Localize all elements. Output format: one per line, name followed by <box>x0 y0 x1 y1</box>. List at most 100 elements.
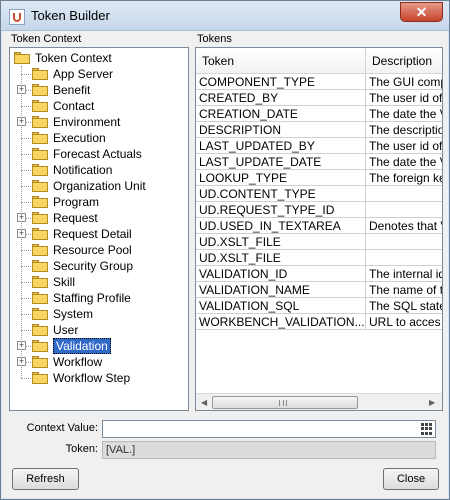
table-row[interactable]: UD.USED_IN_TEXTAREA Denotes that V <box>196 218 442 234</box>
description-cell <box>366 250 442 266</box>
table-row[interactable]: LAST_UPDATE_DATE The date the V <box>196 154 442 170</box>
table-row[interactable]: UD.XSLT_FILE <box>196 250 442 266</box>
table-row[interactable]: UD.XSLT_FILE <box>196 234 442 250</box>
expand-icon[interactable]: + <box>17 85 26 94</box>
table-row[interactable]: UD.CONTENT_TYPE <box>196 186 442 202</box>
token-cell: CREATION_DATE <box>196 106 366 122</box>
table-row[interactable]: LOOKUP_TYPE The foreign ke <box>196 170 442 186</box>
tree-item-label: Environment <box>53 115 121 129</box>
scroll-right-icon[interactable]: ▶ <box>429 398 435 407</box>
expand-icon[interactable]: + <box>17 341 26 350</box>
tree-item-staffing-profile[interactable]: Staffing Profile <box>32 290 131 306</box>
tree-item-request[interactable]: Request <box>32 210 98 226</box>
description-cell <box>366 202 442 218</box>
tree-item-user[interactable]: User <box>32 322 78 338</box>
token-output-field: [VAL.] <box>102 441 436 459</box>
tree-item-validation[interactable]: Validation <box>32 338 111 354</box>
token-cell: VALIDATION_NAME <box>196 282 366 298</box>
folder-icon <box>32 228 48 240</box>
token-cell: LAST_UPDATED_BY <box>196 138 366 154</box>
folder-icon <box>32 100 48 112</box>
tree-item-notification[interactable]: Notification <box>32 162 112 178</box>
refresh-button[interactable]: Refresh <box>12 468 79 490</box>
folder-icon <box>32 68 48 80</box>
folder-icon <box>32 260 48 272</box>
context-value-label: Context Value: <box>26 422 98 434</box>
token-cell: CREATED_BY <box>196 90 366 106</box>
tree-item-label: Workflow Step <box>53 371 131 385</box>
tree-item-workflow-step[interactable]: Workflow Step <box>32 370 130 386</box>
token-cell: LAST_UPDATE_DATE <box>196 154 366 170</box>
description-cell: The name of t <box>366 282 442 298</box>
table-row[interactable]: UD.REQUEST_TYPE_ID <box>196 202 442 218</box>
expand-icon[interactable]: + <box>17 213 26 222</box>
context-value-input[interactable] <box>102 420 436 438</box>
grip-icon <box>279 400 287 406</box>
table-row[interactable]: DESCRIPTION The descriptio <box>196 122 442 138</box>
title-bar[interactable]: Token Builder ✕ <box>1 1 449 31</box>
tree-item-environment[interactable]: Environment <box>32 114 120 130</box>
folder-icon <box>32 244 48 256</box>
tree-item-program[interactable]: Program <box>32 194 99 210</box>
token-builder-dialog: Token Builder ✕ Token Context Token Cont… <box>0 0 450 500</box>
table-row[interactable]: CREATED_BY The user id of <box>196 90 442 106</box>
table-row[interactable]: COMPONENT_TYPE The GUI comp <box>196 74 442 90</box>
token-cell: UD.XSLT_FILE <box>196 234 366 250</box>
tree-item-system[interactable]: System <box>32 306 93 322</box>
tree-item-resource-pool[interactable]: Resource Pool <box>32 242 132 258</box>
tree-item-contact[interactable]: Contact <box>32 98 94 114</box>
table-row[interactable]: VALIDATION_SQL The SQL state <box>196 298 442 314</box>
tree-root-token-context[interactable]: Token Context <box>14 50 112 66</box>
tree-item-label: Skill <box>53 275 76 289</box>
window-close-button[interactable]: ✕ <box>400 2 443 22</box>
table-picker-icon[interactable] <box>420 422 434 436</box>
tree-item-label: Resource Pool <box>53 243 132 257</box>
description-cell: The descriptio <box>366 122 442 138</box>
tokens-table[interactable]: Token Description COMPONENT_TYPE The GUI … <box>195 47 443 411</box>
tree-item-security-group[interactable]: Security Group <box>32 258 133 274</box>
scroll-thumb[interactable] <box>212 396 358 409</box>
folder-icon <box>32 372 48 384</box>
folder-icon <box>32 324 48 336</box>
table-row[interactable]: LAST_UPDATED_BY The user id of <box>196 138 442 154</box>
description-cell: URL to acces <box>366 314 442 330</box>
folder-icon <box>32 212 48 224</box>
table-row[interactable]: VALIDATION_ID The internal id <box>196 266 442 282</box>
expand-icon[interactable]: + <box>17 117 26 126</box>
close-button[interactable]: Close <box>383 468 439 490</box>
tree-item-label: Program <box>53 195 100 209</box>
tree-item-forecast-actuals[interactable]: Forecast Actuals <box>32 146 142 162</box>
tokens-table-header: Token Description <box>196 48 442 74</box>
table-row[interactable]: VALIDATION_NAME The name of t <box>196 282 442 298</box>
tree-item-label: Token Context <box>35 51 112 65</box>
table-row[interactable]: CREATION_DATE The date the V <box>196 106 442 122</box>
tree-item-app-server[interactable]: App Server <box>32 66 113 82</box>
expand-icon[interactable]: + <box>17 357 26 366</box>
tree-item-label: Request <box>53 211 98 225</box>
folder-icon <box>32 292 48 304</box>
column-header-description[interactable]: Description <box>366 48 442 74</box>
folder-icon <box>32 356 48 368</box>
tree-item-label: System <box>53 307 94 321</box>
description-cell: The foreign ke <box>366 170 442 186</box>
expand-icon[interactable]: + <box>17 229 26 238</box>
tree-item-label: Staffing Profile <box>53 291 131 305</box>
folder-icon <box>32 276 48 288</box>
tree-item-label: Notification <box>53 163 113 177</box>
description-cell: The user id of <box>366 138 442 154</box>
tree-item-skill[interactable]: Skill <box>32 274 75 290</box>
tree-item-execution[interactable]: Execution <box>32 130 106 146</box>
tree-item-request-detail[interactable]: Request Detail <box>32 226 132 242</box>
token-context-tree[interactable]: Token Context App Server + Benefit Contact + E… <box>9 47 189 411</box>
horizontal-scrollbar[interactable]: ◀ ▶ <box>196 393 442 410</box>
folder-icon <box>32 148 48 160</box>
tree-item-workflow[interactable]: Workflow <box>32 354 102 370</box>
token-cell: VALIDATION_ID <box>196 266 366 282</box>
table-row[interactable]: WORKBENCH_VALIDATION... URL to acces <box>196 314 442 330</box>
token-cell: UD.XSLT_FILE <box>196 250 366 266</box>
column-header-token[interactable]: Token <box>196 48 366 74</box>
tree-item-benefit[interactable]: Benefit <box>32 82 90 98</box>
description-cell: The user id of <box>366 90 442 106</box>
tree-item-organization-unit[interactable]: Organization Unit <box>32 178 146 194</box>
scroll-left-icon[interactable]: ◀ <box>201 398 207 407</box>
